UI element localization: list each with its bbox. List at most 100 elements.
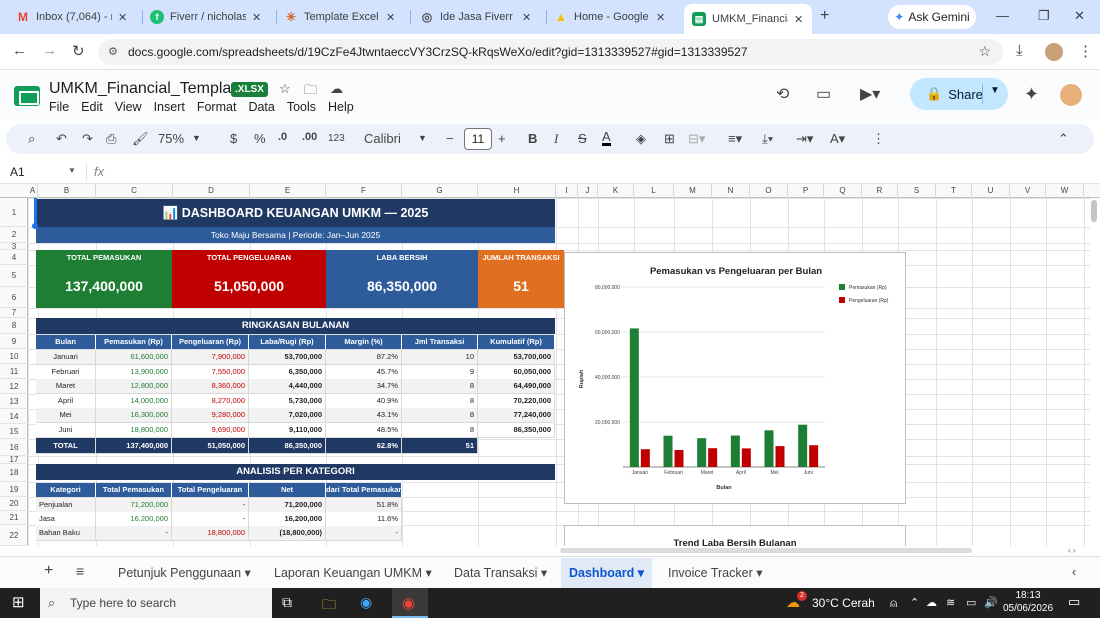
table-total-cell[interactable]: 51: [402, 438, 478, 454]
meet-icon[interactable]: ▶▾: [860, 84, 880, 104]
column-header[interactable]: J: [578, 184, 598, 198]
all-sheets-icon[interactable]: ≡: [76, 563, 84, 579]
row-header[interactable]: 1: [0, 198, 28, 227]
star-icon[interactable]: ☆: [279, 81, 291, 97]
table-cell[interactable]: 16,200,000: [96, 512, 172, 527]
table-cell[interactable]: 45.7%: [326, 364, 402, 380]
table-total-cell[interactable]: 137,400,000: [96, 438, 172, 454]
table-cell[interactable]: Februari: [36, 364, 96, 380]
search-menus-icon[interactable]: ⌕: [28, 131, 35, 147]
menu-help[interactable]: Help: [328, 100, 354, 114]
table-cell[interactable]: 8: [402, 408, 478, 424]
table-cell[interactable]: 18,800,000: [96, 423, 172, 438]
table-cell[interactable]: Penjualan: [36, 498, 96, 513]
close-icon[interactable]: ✕: [118, 11, 127, 24]
battery-icon[interactable]: ▭: [966, 596, 976, 609]
table-cell[interactable]: 5,730,000: [249, 393, 326, 409]
row-header[interactable]: 2: [0, 227, 28, 243]
table-cell[interactable]: -: [326, 526, 402, 541]
decrease-decimal-button[interactable]: .0: [278, 131, 287, 143]
row-header[interactable]: 4: [0, 250, 28, 265]
cloud-icon[interactable]: ☁: [926, 596, 937, 609]
borders-icon[interactable]: ⊞: [664, 131, 675, 147]
table-total-cell[interactable]: 51,050,000: [172, 438, 249, 454]
share-button[interactable]: 🔒 Share ▼: [910, 78, 1008, 110]
close-icon[interactable]: ✕: [386, 11, 395, 24]
row-header[interactable]: 18: [0, 464, 28, 482]
column-header[interactable]: S: [898, 184, 936, 198]
fill-color-icon[interactable]: ◈: [636, 131, 646, 147]
table-cell[interactable]: 53,700,000: [249, 350, 326, 365]
table-header[interactable]: Pemasukan (Rp): [96, 335, 172, 349]
chart-income-vs-expense[interactable]: Pemasukan vs Pengeluaran per Bulan 80,000…: [564, 252, 906, 504]
column-header[interactable]: N: [712, 184, 750, 198]
table-cell[interactable]: Jasa: [36, 512, 96, 527]
table-header[interactable]: Total Pengeluaran: [172, 483, 249, 497]
table-cell[interactable]: 71,200,000: [96, 498, 172, 513]
browser-tab[interactable]: f Fiverr / nicholas22✕: [142, 4, 276, 30]
table-header[interactable]: Kategori: [36, 483, 96, 497]
vertical-align-icon[interactable]: ⤓▾: [762, 131, 773, 147]
table-cell[interactable]: 11.6%: [326, 512, 402, 527]
close-icon[interactable]: ✕: [522, 11, 531, 24]
row-header[interactable]: 17: [0, 456, 28, 464]
column-header[interactable]: B: [38, 184, 96, 198]
table-cell[interactable]: 77,240,000: [478, 408, 555, 424]
reload-icon[interactable]: ↻: [72, 42, 85, 60]
table-cell[interactable]: 43.1%: [326, 408, 402, 424]
chevron-down-icon[interactable]: ▼: [192, 133, 201, 143]
name-box[interactable]: A1: [10, 165, 25, 179]
clock-time[interactable]: 18:13: [1006, 590, 1050, 601]
table-cell[interactable]: 10: [402, 350, 478, 365]
table-header[interactable]: Jml Transaksi: [402, 335, 478, 349]
table-total-cell[interactable]: TOTAL: [36, 438, 96, 454]
column-header[interactable]: U: [972, 184, 1010, 198]
table-cell[interactable]: 70,220,000: [478, 393, 555, 409]
table-cell[interactable]: Bahan Baku: [36, 526, 96, 541]
table-cell[interactable]: 71,200,000: [249, 498, 326, 513]
sheet-tab[interactable]: Data Transaksi ▾: [454, 565, 547, 580]
text-color-button[interactable]: A: [602, 130, 611, 146]
column-header[interactable]: M: [674, 184, 712, 198]
bold-button[interactable]: B: [528, 131, 537, 146]
row-header[interactable]: 12: [0, 379, 28, 394]
row-header[interactable]: 13: [0, 394, 28, 409]
ask-gemini-button[interactable]: ✦ Ask Gemini: [888, 5, 976, 29]
font-size-input[interactable]: 11: [464, 128, 492, 150]
column-header[interactable]: C: [96, 184, 173, 198]
horizontal-scrollbar[interactable]: [560, 548, 972, 553]
table-cell[interactable]: 9,110,000: [249, 423, 326, 438]
comments-icon[interactable]: ▭: [816, 84, 831, 104]
table-cell[interactable]: 40.9%: [326, 393, 402, 409]
table-cell[interactable]: 86,350,000: [478, 423, 555, 438]
column-header[interactable]: F: [326, 184, 402, 198]
chevron-down-icon[interactable]: ▼: [418, 133, 427, 143]
increase-decimal-button[interactable]: .00: [302, 131, 317, 143]
currency-format-button[interactable]: $: [230, 131, 237, 146]
new-tab-button[interactable]: +: [820, 7, 829, 25]
more-menu-icon[interactable]: ⋮: [1078, 42, 1093, 60]
notification-icon[interactable]: ▭: [1068, 594, 1080, 610]
chart-profit-trend[interactable]: Trend Laba Bersih Bulanan: [564, 525, 906, 546]
sheet-tab[interactable]: Invoice Tracker ▾: [668, 565, 763, 580]
version-history-icon[interactable]: ⟲: [776, 84, 789, 104]
column-header[interactable]: D: [173, 184, 250, 198]
taskbar-search[interactable]: ⌕ Type here to search: [40, 588, 272, 618]
table-cell[interactable]: 48.5%: [326, 423, 402, 438]
chrome-taskbar-button[interactable]: ◉: [392, 588, 428, 618]
table-cell[interactable]: 18,800,000: [172, 526, 249, 541]
paint-format-icon[interactable]: 🖌: [132, 131, 149, 147]
table-cell[interactable]: 16,200,000: [249, 512, 326, 527]
menu-data[interactable]: Data: [248, 100, 274, 114]
table-cell[interactable]: -: [172, 498, 249, 513]
cloud-status-icon[interactable]: ☁: [330, 81, 343, 97]
table-cell[interactable]: 87.2%: [326, 350, 402, 365]
sheet-tab[interactable]: Petunjuk Penggunaan ▾: [118, 565, 251, 580]
browser-tab[interactable]: ◎ Ide Jasa Fiverr Bisr✕: [412, 4, 546, 30]
collapse-toolbar-icon[interactable]: ⌃: [1058, 131, 1069, 147]
menu-file[interactable]: File: [49, 100, 69, 114]
redo-icon[interactable]: ↷: [82, 131, 93, 147]
file-explorer-icon[interactable]: 🗀: [322, 594, 336, 618]
menu-tools[interactable]: Tools: [287, 100, 316, 114]
table-header[interactable]: Total Pemasukan: [96, 483, 172, 497]
